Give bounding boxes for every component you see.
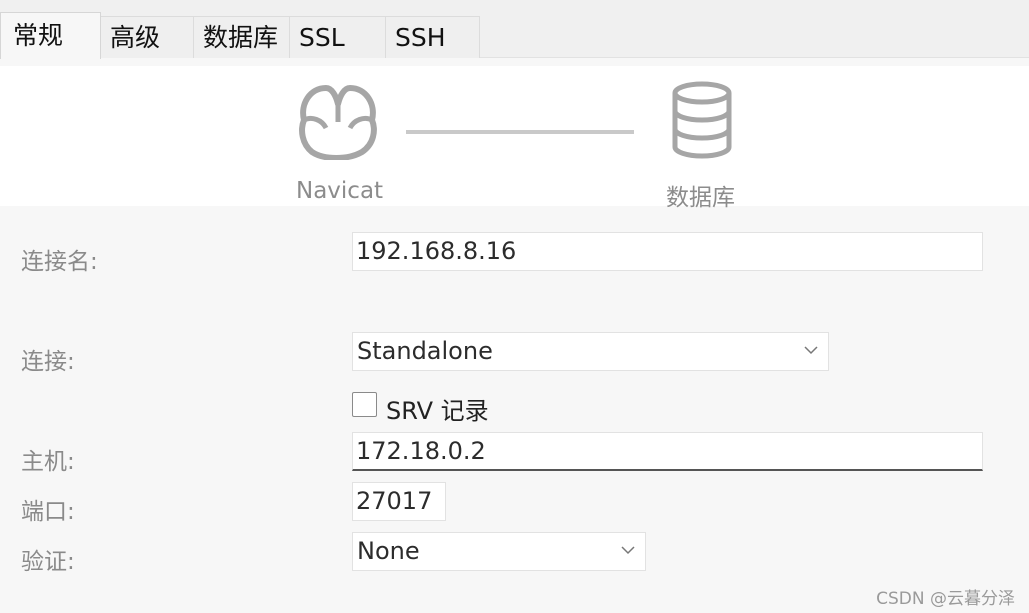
chevron-down-icon (621, 546, 635, 555)
port-input[interactable]: 27017 (352, 482, 446, 521)
connection-type-label: 连接: (21, 349, 75, 375)
tab-advanced[interactable]: 高级 (100, 16, 194, 58)
connection-dialog: 常规 高级 数据库 SSL SSH Navicat 数据库 连接名: 192.1… (0, 0, 1029, 613)
tab-general[interactable]: 常规 (0, 12, 101, 59)
connection-banner (0, 66, 1029, 206)
tab-ssh[interactable]: SSH (385, 16, 480, 58)
database-icon (672, 81, 732, 159)
connection-name-input[interactable]: 192.168.8.16 (352, 232, 983, 271)
srv-record-label[interactable]: SRV 记录 (386, 391, 489, 426)
navicat-logo-icon (299, 85, 377, 160)
tab-bar: 常规 高级 数据库 SSL SSH (0, 0, 1029, 59)
connection-type-value: Standalone (357, 337, 493, 365)
authentication-value: None (357, 537, 420, 565)
tab-database[interactable]: 数据库 (193, 16, 290, 58)
authentication-label: 验证: (21, 549, 75, 575)
connection-type-select[interactable]: Standalone (352, 332, 829, 371)
navicat-label: Navicat (296, 178, 384, 204)
srv-record-checkbox[interactable] (352, 392, 377, 417)
watermark: CSDN @云暮分泽 (876, 589, 1015, 609)
chevron-down-icon (804, 346, 818, 355)
authentication-select[interactable]: None (352, 532, 646, 571)
connector-line (406, 130, 634, 134)
host-label: 主机: (21, 449, 75, 475)
host-input[interactable]: 172.18.0.2 (352, 432, 983, 471)
database-label: 数据库 (666, 185, 735, 211)
port-label: 端口: (21, 499, 75, 525)
connection-name-label: 连接名: (21, 249, 98, 275)
tab-ssl[interactable]: SSL (289, 16, 386, 58)
